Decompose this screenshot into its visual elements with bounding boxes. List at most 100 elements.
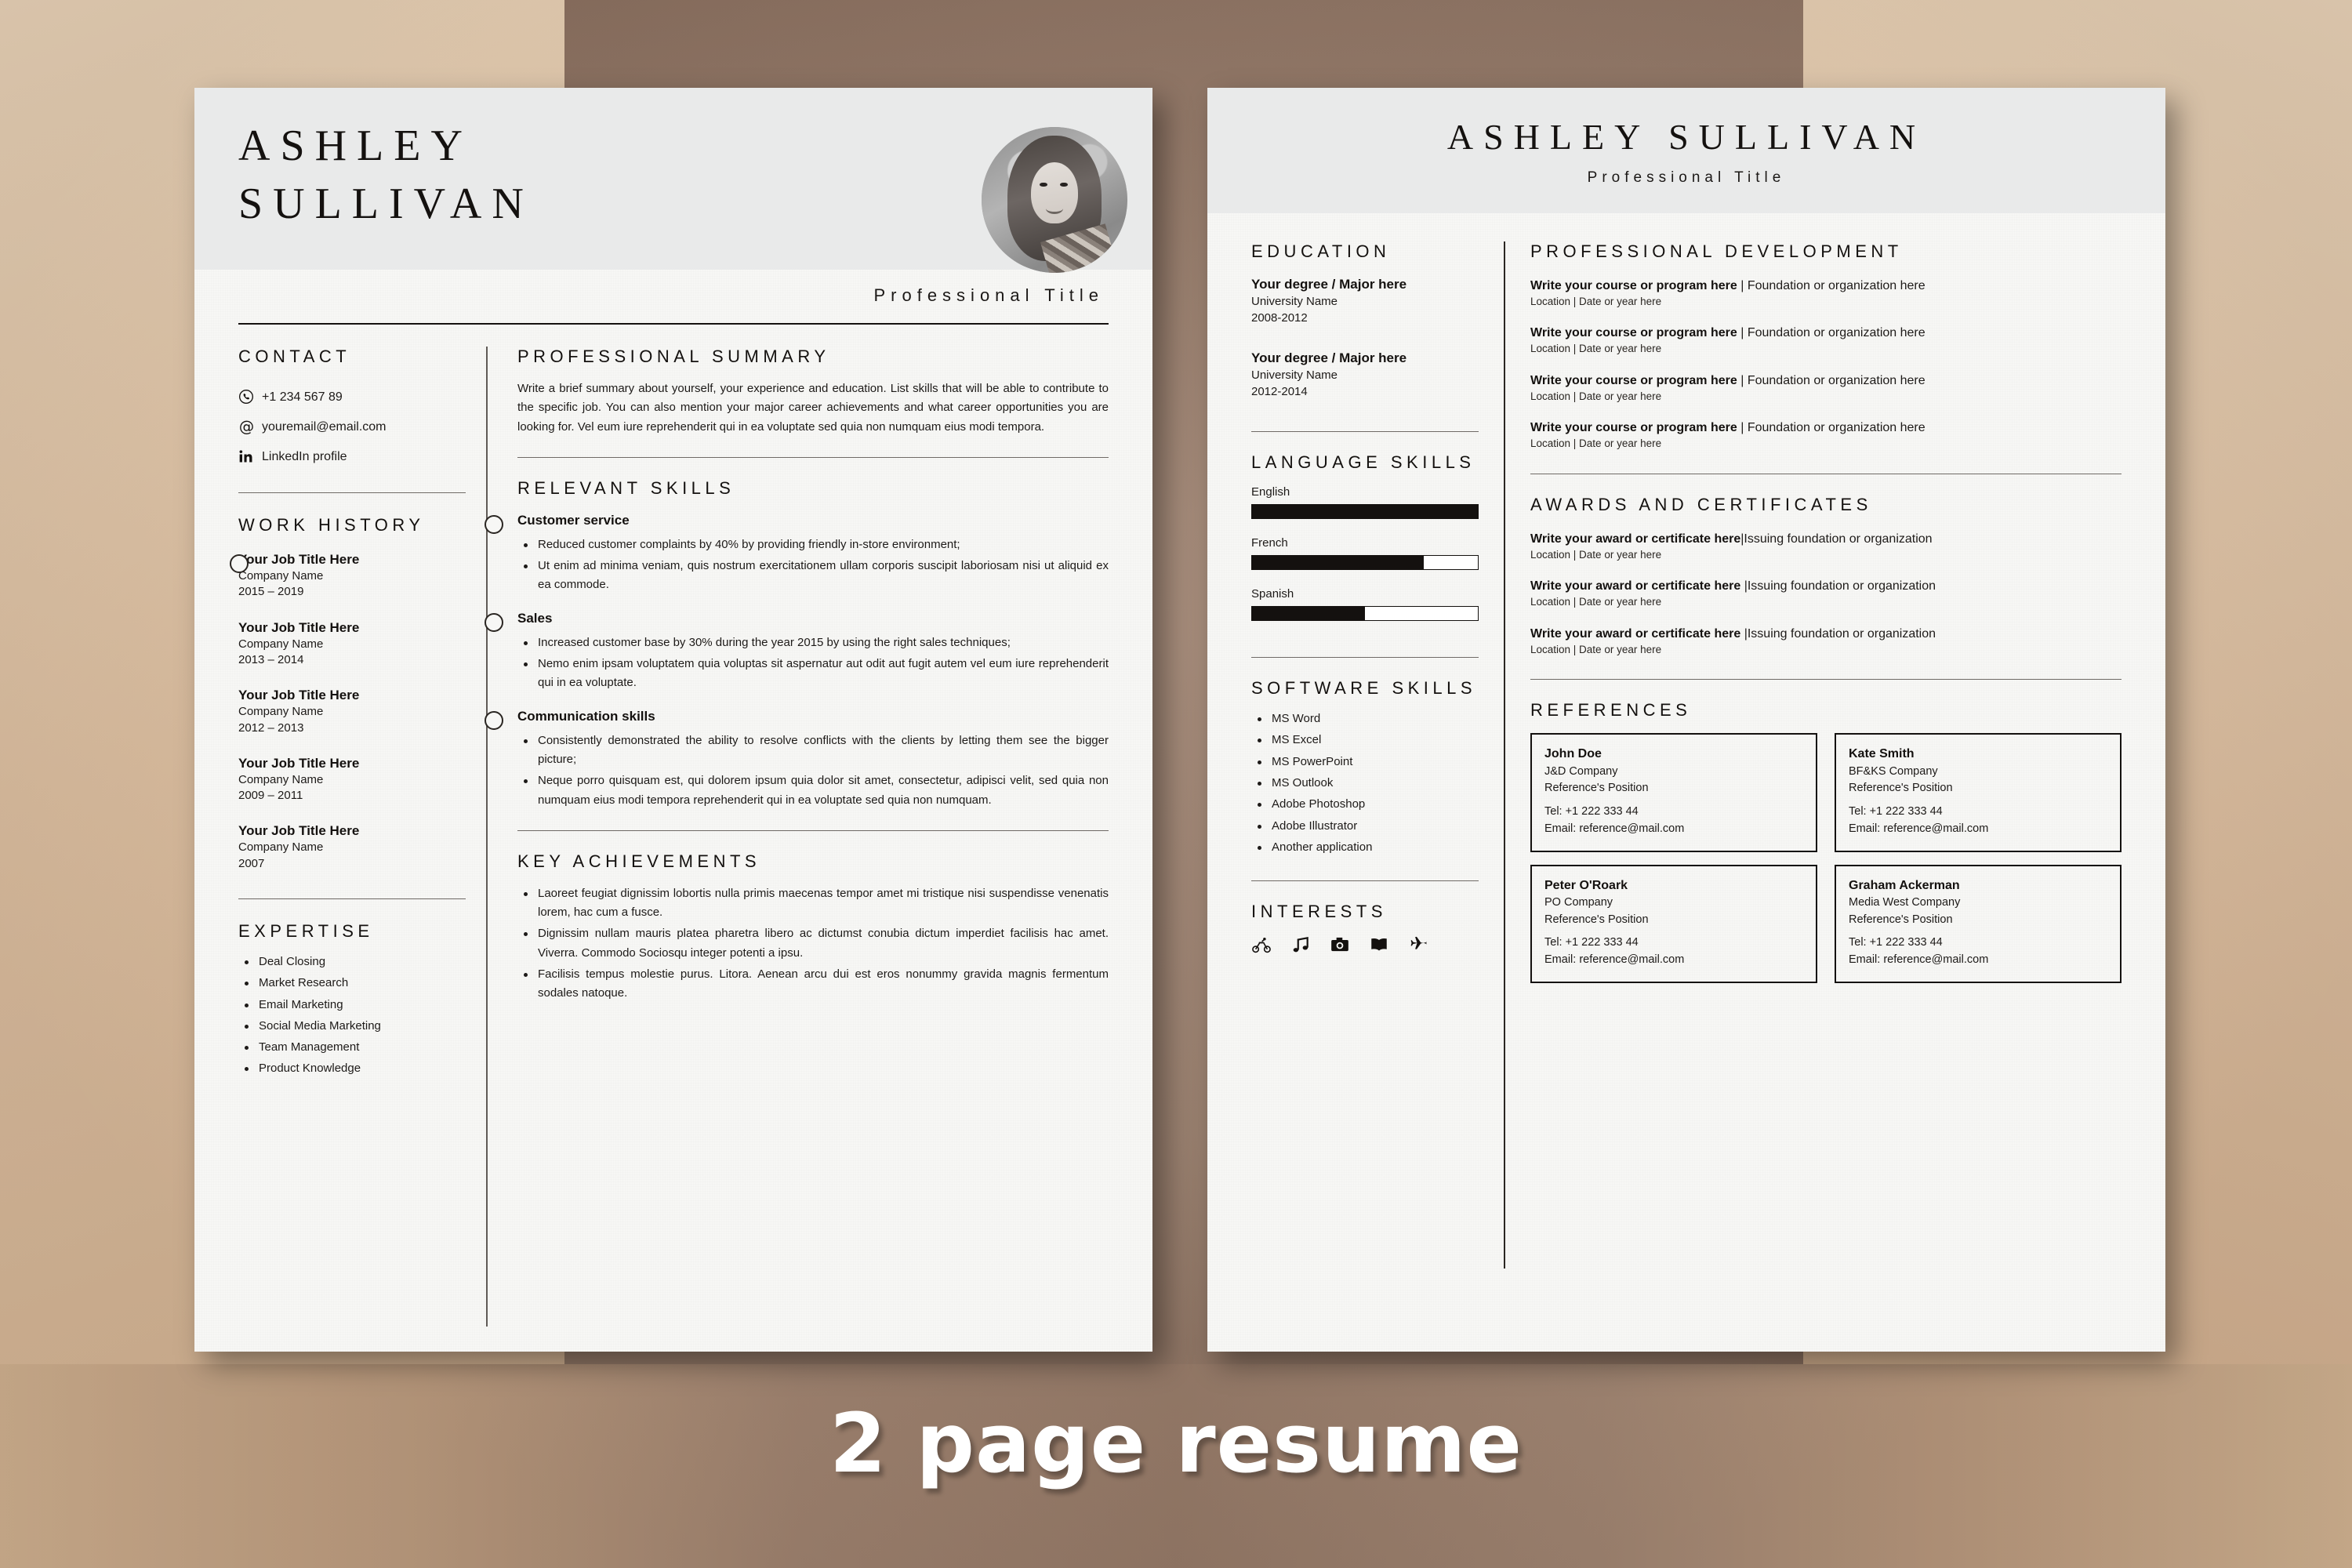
work-history-divider (238, 898, 466, 899)
development-item: Write your course or program here | Foun… (1530, 419, 2122, 451)
music-note-icon (1290, 935, 1311, 959)
list-item: Facilisis tempus molestie purus. Litora.… (517, 965, 1109, 1004)
list-item: Consistently demonstrated the ability to… (517, 731, 1109, 770)
education-item: Your degree / Major here University Name… (1251, 276, 1479, 326)
reference-company: J&D Company (1544, 764, 1618, 778)
list-item: MS PowerPoint (1251, 753, 1479, 771)
relevant-skills-divider (517, 829, 1109, 831)
reference-tel: Tel: +1 222 333 44 (1544, 805, 1639, 818)
reference-card: Peter O'Roark PO Company Reference's Pos… (1530, 864, 1817, 983)
contact-item-linkedin[interactable]: LinkedIn profile (238, 448, 466, 466)
list-item: MS Word (1251, 710, 1479, 728)
course-name: Write your course or program here (1530, 421, 1737, 435)
camera-icon (1330, 935, 1350, 959)
organization: Foundation or organization here (1747, 326, 1926, 340)
skill-group: Communication skills Consistently demons… (485, 708, 1109, 810)
key-achievements-heading: KEY ACHIEVEMENTS (517, 851, 761, 871)
language-level-bar (1251, 504, 1479, 520)
work-history-item: Your Job Title Here Company Name 2009 – … (238, 755, 466, 804)
organization: Issuing foundation or organization (1744, 532, 1933, 546)
university: University Name (1251, 295, 1338, 309)
separator: | (1737, 326, 1748, 340)
page1-right-column: PROFESSIONAL SUMMARY Write a brief summa… (485, 347, 1109, 1006)
page1-professional-title: Professional Title (873, 285, 1104, 305)
course-name: Write your course or program here (1530, 326, 1737, 340)
phone-value: +1 234 567 89 (262, 390, 343, 404)
job-company: Company Name (238, 569, 324, 583)
course-meta: Location | Date or year here (1530, 295, 1662, 307)
job-title: Your Job Title Here (238, 755, 360, 771)
list-item: MS Outlook (1251, 774, 1479, 793)
promo-caption: 2 page resume (829, 1396, 1523, 1491)
list-item: Market Research (238, 974, 466, 993)
course-meta: Location | Date or year here (1530, 390, 1662, 402)
phone-icon (238, 389, 262, 406)
reference-card: Kate Smith BF&KS Company Reference's Pos… (1835, 733, 2122, 852)
years: 2012-2014 (1251, 385, 1308, 399)
list-item: Deal Closing (238, 953, 466, 971)
page2-left-column: EDUCATION Your degree / Major here Unive… (1251, 241, 1479, 959)
job-title: Your Job Title Here (238, 688, 360, 703)
award-name: Write your award or certificate here (1530, 626, 1741, 641)
list-item: Laoreet feugiat dignissim lobortis nulla… (517, 884, 1109, 923)
reference-company: BF&KS Company (1849, 764, 1938, 778)
page1-name: ASHLEY SULLIVAN (238, 118, 771, 234)
university: University Name (1251, 368, 1338, 383)
course-meta: Location | Date or year here (1530, 343, 1662, 355)
language-item: Spanish (1251, 587, 1479, 622)
separator: | (1740, 626, 1748, 641)
airplane-icon (1408, 935, 1428, 959)
job-title: Your Job Title Here (238, 619, 360, 635)
skill-group-name: Communication skills (517, 708, 655, 724)
job-company: Company Name (238, 772, 324, 786)
language-divider (1251, 657, 1479, 659)
avatar (982, 127, 1127, 273)
award-name: Write your award or certificate here (1530, 532, 1741, 546)
page1-left-column: CONTACT +1 234 567 89 @ youremail@email.… (230, 347, 466, 1081)
first-name: ASHLEY (238, 122, 473, 170)
list-item: Another application (1251, 838, 1479, 857)
language-item: English (1251, 485, 1479, 520)
reference-tel: Tel: +1 222 333 44 (1849, 805, 1943, 818)
development-item: Write your course or program here | Foun… (1530, 372, 2122, 404)
reference-position: Reference's Position (1849, 913, 1953, 926)
award-meta: Location | Date or year here (1530, 596, 1662, 608)
last-name: SULLIVAN (238, 179, 534, 228)
award-meta: Location | Date or year here (1530, 548, 1662, 561)
work-history-heading: WORK HISTORY (238, 515, 425, 535)
award-name: Write your award or certificate here (1530, 579, 1741, 593)
summary-heading: PROFESSIONAL SUMMARY (517, 347, 830, 366)
job-title: Your Job Title Here (238, 823, 360, 839)
reference-email: Email: reference@mail.com (1849, 822, 1989, 835)
reference-position: Reference's Position (1849, 782, 1953, 795)
references-heading: REFERENCES (1530, 700, 1692, 720)
list-item: Dignissim nullam mauris platea pharetra … (517, 924, 1109, 963)
education-heading: EDUCATION (1251, 241, 1391, 261)
references-row: Peter O'Roark PO Company Reference's Pos… (1530, 864, 2122, 983)
page2-name: ASHLEY SULLIVAN (1446, 117, 1926, 157)
skill-group: Sales Increased customer base by 30% dur… (485, 610, 1109, 693)
skill-group-name: Sales (517, 610, 553, 626)
job-company: Company Name (238, 637, 324, 651)
reference-company: Media West Company (1849, 895, 1961, 909)
separator: | (1737, 373, 1748, 387)
course-name: Write your course or program here (1530, 373, 1737, 387)
resume-page-2: ASHLEY SULLIVAN Professional Title EDUCA… (1207, 88, 2165, 1352)
language-name: French (1251, 536, 1288, 550)
contact-item-phone[interactable]: +1 234 567 89 (238, 389, 466, 406)
reference-email: Email: reference@mail.com (1849, 953, 1989, 967)
reference-tel: Tel: +1 222 333 44 (1544, 936, 1639, 949)
organization: Foundation or organization here (1747, 279, 1926, 292)
language-skills-heading: LANGUAGE SKILLS (1251, 452, 1475, 473)
job-company: Company Name (238, 705, 324, 719)
interests-icons (1251, 935, 1479, 959)
organization: Foundation or organization here (1747, 373, 1926, 387)
reference-name: Graham Ackerman (1849, 878, 1960, 892)
job-title: Your Job Title Here (238, 552, 360, 567)
contact-item-email[interactable]: @ youremail@email.com (238, 418, 466, 436)
summary-divider (517, 456, 1109, 458)
development-item: Write your course or program here | Foun… (1530, 325, 2122, 356)
language-level-bar (1251, 555, 1479, 571)
reference-name: John Doe (1544, 747, 1602, 761)
software-skills-heading: SOFTWARE SKILLS (1251, 678, 1477, 699)
